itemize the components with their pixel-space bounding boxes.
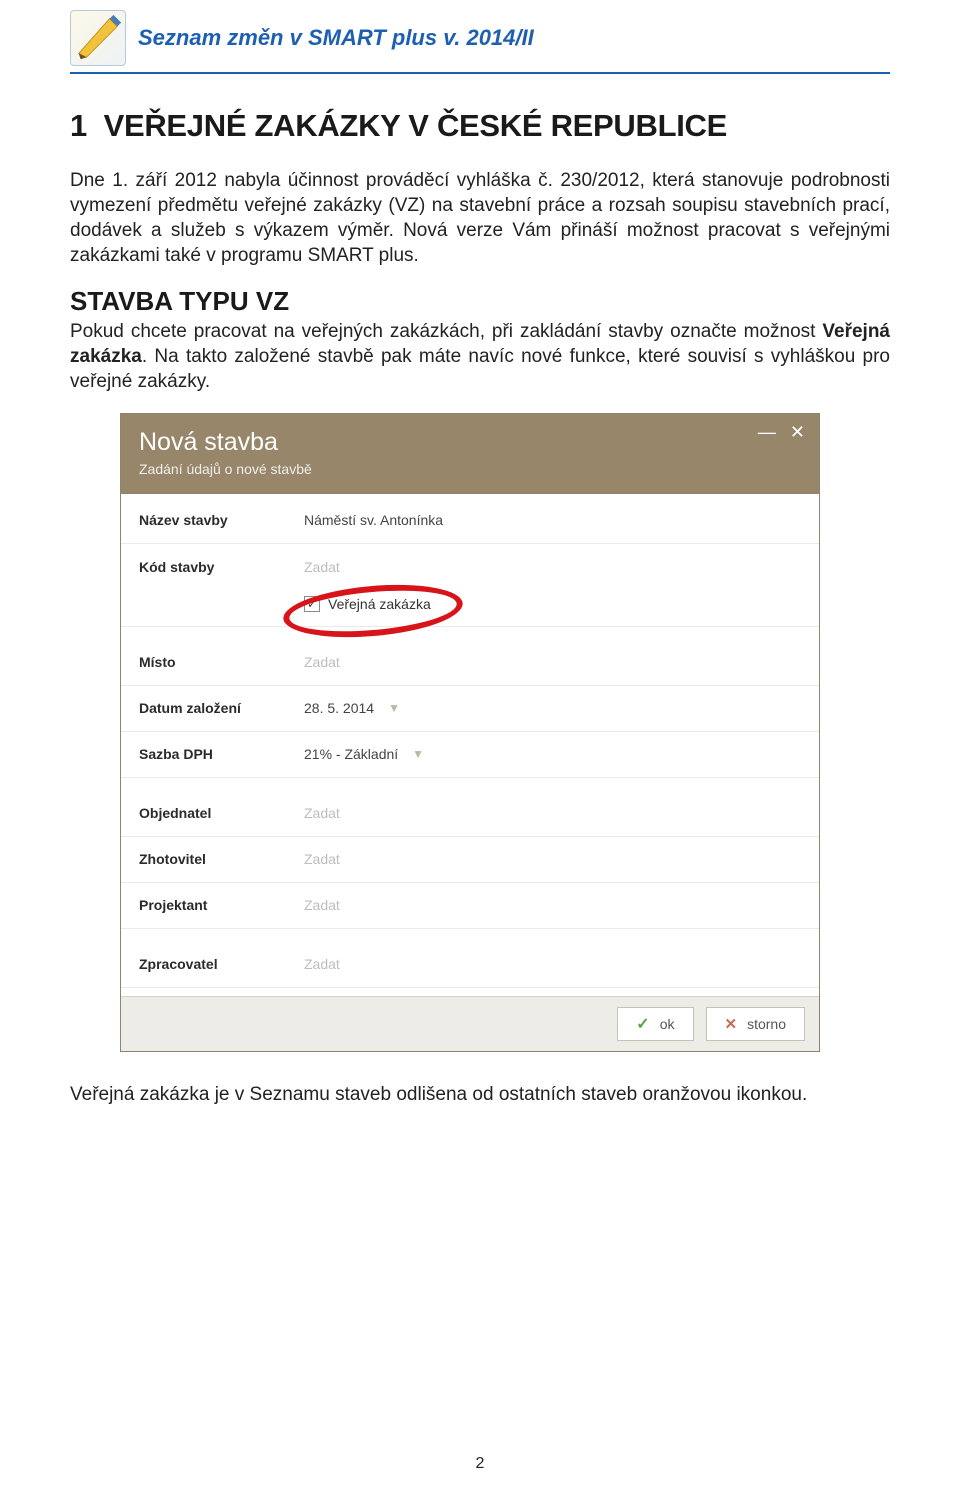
value-nazev[interactable]: Náměstí sv. Antonínka (304, 512, 443, 528)
row-zhotovitel: Zhotovitel Zadat (121, 837, 819, 883)
subsection-heading: STAVBA TYPU VZ (70, 286, 890, 317)
label-kod: Kód stavby (139, 559, 304, 575)
cancel-button[interactable]: ✕ storno (706, 1007, 806, 1041)
page-number: 2 (0, 1455, 960, 1473)
section-title: VEŘEJNÉ ZAKÁZKY V ČESKÉ REPUBLICE (104, 108, 727, 143)
x-icon: ✕ (725, 1015, 738, 1033)
sub-text-after: . Na takto založené stavbě pak máte naví… (70, 346, 890, 392)
label-misto: Místo (139, 654, 304, 670)
label-sazba: Sazba DPH (139, 746, 304, 762)
label-nazev: Název stavby (139, 512, 304, 528)
intro-paragraph: Dne 1. září 2012 nabyla účinnost provádě… (70, 168, 890, 268)
ok-button[interactable]: ✓ ok (617, 1007, 693, 1041)
value-kod[interactable]: Zadat (304, 559, 340, 575)
dialog-title: Nová stavba (139, 428, 801, 457)
row-kod: Kód stavby Zadat (121, 544, 819, 590)
dialog-window: — ✕ Nová stavba Zadání údajů o nové stav… (120, 413, 820, 1052)
section-heading: 1 VEŘEJNÉ ZAKÁZKY V ČESKÉ REPUBLICE (70, 108, 890, 144)
value-zpracovatel[interactable]: Zadat (304, 956, 340, 972)
row-datum: Datum založení 28. 5. 2014 ▼ (121, 686, 819, 732)
close-icon[interactable]: ✕ (790, 422, 805, 443)
sub-text-before: Pokud chcete pracovat na veřejných zakáz… (70, 321, 822, 342)
value-projektant[interactable]: Zadat (304, 897, 340, 913)
value-misto[interactable]: Zadat (304, 654, 340, 670)
row-projektant: Projektant Zadat (121, 883, 819, 929)
value-zhotovitel[interactable]: Zadat (304, 851, 340, 867)
row-verejna-zakazka: ✓ Veřejná zakázka (121, 590, 819, 627)
check-icon: ✓ (636, 1014, 649, 1034)
label-zhotovitel: Zhotovitel (139, 851, 304, 867)
dialog-subtitle: Zadání údajů o nové stavbě (139, 461, 801, 477)
dialog-screenshot: — ✕ Nová stavba Zadání údajů o nové stav… (120, 413, 820, 1052)
page-header: Seznam změn v SMART plus v. 2014/II (70, 10, 890, 66)
label-datum: Datum založení (139, 700, 304, 716)
dialog-titlebar: — ✕ Nová stavba Zadání údajů o nové stav… (121, 414, 819, 493)
footer-paragraph: Veřejná zakázka je v Seznamu staveb odli… (70, 1082, 890, 1107)
header-title: Seznam změn v SMART plus v. 2014/II (138, 25, 534, 51)
checkbox-verejna-zakazka[interactable]: ✓ (304, 596, 320, 612)
ok-label: ok (660, 1016, 675, 1032)
row-misto: Místo Zadat (121, 640, 819, 686)
chevron-down-icon[interactable]: ▼ (412, 747, 424, 761)
header-rule (70, 72, 890, 74)
value-datum[interactable]: 28. 5. 2014 (304, 700, 374, 716)
minimize-icon[interactable]: — (758, 422, 776, 443)
label-projektant: Projektant (139, 897, 304, 913)
subsection-paragraph: Pokud chcete pracovat na veřejných zakáz… (70, 319, 890, 394)
dialog-body: Název stavby Náměstí sv. Antonínka Kód s… (121, 493, 819, 996)
row-nazev: Název stavby Náměstí sv. Antonínka (121, 498, 819, 544)
row-sazba: Sazba DPH 21% - Základní ▼ (121, 732, 819, 778)
checkbox-label: Veřejná zakázka (328, 596, 431, 612)
label-zpracovatel: Zpracovatel (139, 956, 304, 972)
dialog-footer: ✓ ok ✕ storno (121, 996, 819, 1051)
section-number: 1 (70, 108, 87, 143)
chevron-down-icon[interactable]: ▼ (388, 701, 400, 715)
row-zpracovatel: Zpracovatel Zadat (121, 942, 819, 988)
pencil-icon (70, 10, 126, 66)
value-objednatel[interactable]: Zadat (304, 805, 340, 821)
label-objednatel: Objednatel (139, 805, 304, 821)
row-objednatel: Objednatel Zadat (121, 791, 819, 837)
value-sazba[interactable]: 21% - Základní (304, 746, 398, 762)
cancel-label: storno (747, 1016, 786, 1032)
